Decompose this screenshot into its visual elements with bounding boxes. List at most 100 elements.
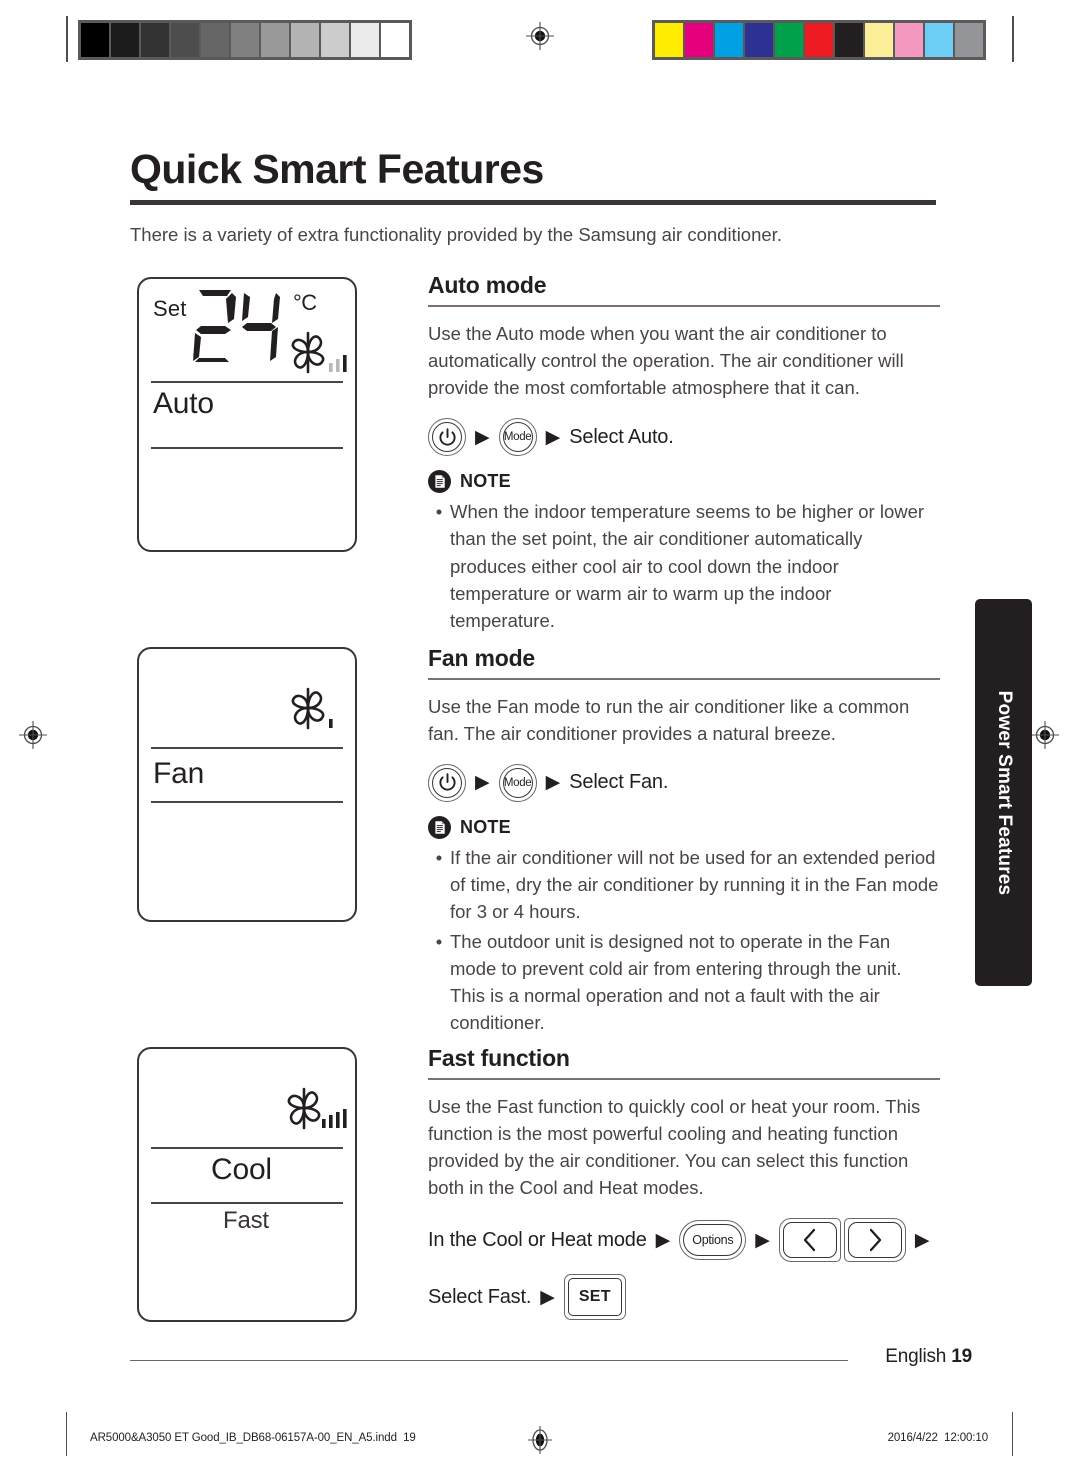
section-heading: Fast function bbox=[428, 1045, 570, 1071]
panel-mode-label: Cool bbox=[211, 1153, 272, 1186]
fan-speed-icon-auto bbox=[287, 331, 353, 382]
calibration-swatch bbox=[774, 22, 804, 58]
section-underline bbox=[428, 678, 940, 680]
calibration-swatch bbox=[110, 22, 140, 58]
set-button[interactable]: SET bbox=[563, 1274, 626, 1321]
chapter-side-tab: Power Smart Features bbox=[975, 599, 1032, 986]
slug-filename: AR5000&A3050 ET Good_IB_DB68-06157A-00_E… bbox=[90, 1432, 416, 1444]
set-label: Set bbox=[153, 296, 187, 321]
intro-paragraph: There is a variety of extra functionalit… bbox=[130, 224, 782, 245]
section-underline bbox=[428, 305, 940, 307]
chevron-left-icon bbox=[803, 1229, 816, 1252]
panel-mode-label: Fan bbox=[153, 757, 205, 790]
note-block-auto: NOTE • When the indoor temperature seems… bbox=[428, 470, 940, 634]
step-final-text: Select Auto. bbox=[569, 425, 674, 448]
color-calibration-bar bbox=[652, 20, 986, 60]
note-item-text: The outdoor unit is designed not to oper… bbox=[450, 930, 902, 1034]
slug-time-text: 12:00:10 bbox=[944, 1432, 988, 1444]
grayscale-calibration-bar bbox=[78, 20, 412, 60]
previous-button[interactable] bbox=[778, 1218, 841, 1263]
mode-button-label: Mode bbox=[503, 776, 532, 789]
crop-rule-top-right bbox=[1012, 16, 1014, 62]
power-button[interactable] bbox=[428, 418, 466, 457]
panel-divider-lower bbox=[151, 1202, 343, 1204]
note-item: • If the air conditioner will not be use… bbox=[428, 844, 940, 926]
fan-speed-icon-cool bbox=[283, 1087, 353, 1138]
arrow-separator: ▶ bbox=[545, 426, 561, 448]
step-sequence-auto: ▶ Mode ▶ Select Auto. bbox=[428, 418, 940, 457]
mode-button-label: Mode bbox=[503, 431, 532, 444]
calibration-swatch bbox=[380, 22, 410, 58]
slug-rule-right bbox=[1012, 1412, 1014, 1456]
registration-mark-left bbox=[18, 720, 48, 750]
note-item: • The outdoor unit is designed not to op… bbox=[428, 928, 940, 1037]
calibration-swatch bbox=[654, 22, 684, 58]
calibration-swatch bbox=[684, 22, 714, 58]
note-item: • When the indoor temperature seems to b… bbox=[428, 498, 940, 634]
arrow-separator: ▶ bbox=[475, 426, 490, 448]
section-body: Use the Fast function to quickly cool or… bbox=[428, 1095, 921, 1199]
chevron-right-icon bbox=[869, 1229, 882, 1252]
panel-sub-label: Fast bbox=[223, 1207, 269, 1234]
note-header: NOTE bbox=[428, 815, 940, 839]
section-body: Use the Fan mode to run the air conditio… bbox=[428, 695, 910, 744]
panel-divider-upper bbox=[151, 747, 343, 749]
step-lead-text: In the Cool or Heat mode bbox=[428, 1228, 647, 1251]
calibration-swatch bbox=[140, 22, 170, 58]
next-button[interactable] bbox=[843, 1218, 906, 1263]
calibration-swatch bbox=[320, 22, 350, 58]
step-sequence-fast-line1: In the Cool or Heat mode ▶ Options ▶ ▶ bbox=[428, 1218, 940, 1263]
registration-mark-right bbox=[1030, 720, 1060, 750]
section-fast-function: Fast function Use the Fast function to q… bbox=[428, 1045, 940, 1321]
power-icon bbox=[438, 427, 456, 446]
calibration-swatch bbox=[714, 22, 744, 58]
set-button-label: SET bbox=[578, 1288, 611, 1306]
note-item-text: If the air conditioner will not be used … bbox=[450, 846, 939, 923]
slug-page-text: 19 bbox=[403, 1432, 416, 1444]
note-bullet: • bbox=[435, 930, 443, 952]
arrow-separator: ▶ bbox=[540, 1286, 555, 1308]
panel-divider-lower bbox=[151, 447, 343, 449]
calibration-swatch bbox=[954, 22, 984, 58]
calibration-swatch bbox=[804, 22, 834, 58]
calibration-swatch bbox=[170, 22, 200, 58]
calibration-swatch bbox=[290, 22, 320, 58]
note-title: NOTE bbox=[460, 816, 511, 837]
footer-rule bbox=[130, 1360, 848, 1362]
calibration-swatch bbox=[894, 22, 924, 58]
fan-speed-icon-fan bbox=[287, 687, 353, 738]
display-panel-auto: Set °C Auto bbox=[137, 277, 357, 552]
registration-mark-top bbox=[525, 21, 555, 51]
calibration-swatch bbox=[260, 22, 290, 58]
section-body: Use the Auto mode when you want the air … bbox=[428, 322, 904, 398]
mode-button[interactable]: Mode bbox=[498, 763, 537, 802]
step-final-text: Select Fan. bbox=[569, 771, 669, 794]
step-sequence-fast-line2: Select Fast. ▶ SET bbox=[428, 1274, 940, 1321]
manual-page: Quick Smart Features There is a variety … bbox=[0, 0, 1080, 1476]
note-document-icon bbox=[428, 815, 451, 839]
note-bullet: • bbox=[435, 501, 443, 523]
calibration-swatch bbox=[924, 22, 954, 58]
page-heading-block: Quick Smart Features bbox=[130, 147, 936, 206]
calibration-swatch bbox=[864, 22, 894, 58]
section-auto-mode: Auto mode Use the Auto mode when you wan… bbox=[428, 272, 940, 634]
section-fan-mode: Fan mode Use the Fan mode to run the air… bbox=[428, 645, 940, 1036]
crop-rule-top-left bbox=[66, 16, 68, 62]
footer-language: English bbox=[885, 1346, 947, 1367]
display-panel-fan: Fan bbox=[137, 647, 357, 922]
arrow-separator: ▶ bbox=[755, 1229, 770, 1251]
calibration-swatch bbox=[200, 22, 230, 58]
note-title: NOTE bbox=[460, 471, 511, 492]
note-bullet: • bbox=[435, 846, 443, 868]
calibration-swatch bbox=[744, 22, 774, 58]
display-panel-cool-fast: Cool Fast bbox=[137, 1047, 357, 1322]
calibration-swatch bbox=[834, 22, 864, 58]
note-header: NOTE bbox=[428, 470, 940, 494]
arrow-separator: ▶ bbox=[655, 1229, 671, 1251]
mode-button[interactable]: Mode bbox=[498, 418, 537, 457]
step-sequence-fan: ▶ Mode ▶ Select Fan. bbox=[428, 763, 940, 802]
options-button[interactable]: Options bbox=[679, 1220, 747, 1261]
power-icon bbox=[438, 773, 456, 792]
power-button[interactable] bbox=[428, 763, 466, 802]
note-item-text: When the indoor temperature seems to be … bbox=[450, 501, 925, 631]
